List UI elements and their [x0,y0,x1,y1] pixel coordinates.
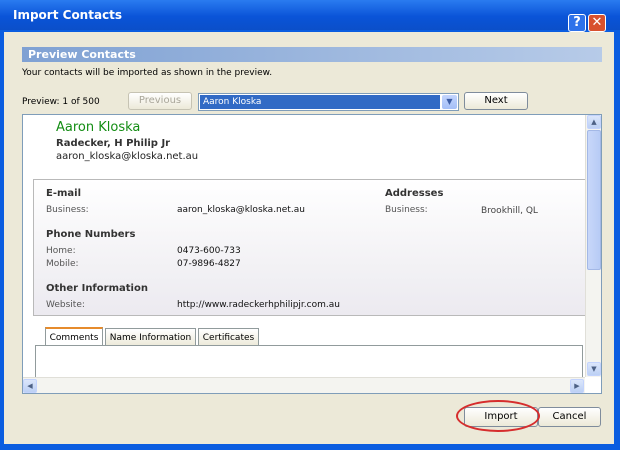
contact-select[interactable]: Aaron Kloska ▼ [198,93,459,111]
import-highlight-circle [456,400,540,432]
contact-company: Radecker, H Philip Jr [56,138,171,149]
email-section-title: E-mail [46,188,82,199]
preview-description: Your contacts will be imported as shown … [22,68,273,78]
address-business-label: Business: [385,205,428,215]
title-bar[interactable]: Import Contacts ? ✕ [0,0,620,32]
chevron-down-icon[interactable]: ▼ [442,95,457,109]
website-value: http://www.radeckerhphilipjr.com.au [177,300,340,310]
other-section-title: Other Information [46,283,148,294]
phone-mobile-value: 07-9896-4827 [177,259,241,269]
cancel-button[interactable]: Cancel [538,407,601,427]
email-business-value: aaron_kloska@kloska.net.au [177,205,305,215]
close-button[interactable]: ✕ [588,14,606,32]
phone-mobile-label: Mobile: [46,259,79,269]
scroll-up-icon[interactable]: ▲ [587,115,601,129]
preview-count: Preview: 1 of 500 [22,97,100,107]
tab-name-information[interactable]: Name Information [105,328,196,346]
contact-preview-pane: Aaron Kloska Radecker, H Philip Jr aaron… [22,114,602,394]
import-contacts-window: Import Contacts ? ✕ Preview Contacts You… [0,0,620,450]
previous-button[interactable]: Previous [128,92,192,110]
contact-select-value: Aaron Kloska [200,95,440,109]
tab-comments[interactable]: Comments [45,327,103,347]
scroll-thumb[interactable] [587,130,601,270]
phone-home-value: 0473-600-733 [177,246,241,256]
contact-details-card: E-mail Business: aaron_kloska@kloska.net… [33,179,589,316]
addresses-section-title: Addresses [385,188,444,199]
preview-contacts-header: Preview Contacts [22,47,602,62]
phone-home-label: Home: [46,246,76,256]
horizontal-scrollbar[interactable]: ◀ ▶ [23,377,585,393]
help-button[interactable]: ? [568,14,586,32]
window-title: Import Contacts [13,8,123,22]
next-button[interactable]: Next [464,92,528,110]
website-label: Website: [46,300,85,310]
contact-email: aaron_kloska@kloska.net.au [56,151,199,162]
email-business-label: Business: [46,205,89,215]
dialog-body: Preview Contacts Your contacts will be i… [4,32,614,444]
tab-certificates[interactable]: Certificates [198,328,259,346]
vertical-scrollbar[interactable]: ▲ ▼ [585,115,601,377]
address-business-value: Brookhill, QL [481,206,538,216]
scroll-left-icon[interactable]: ◀ [23,379,37,393]
scroll-right-icon[interactable]: ▶ [570,379,584,393]
phone-section-title: Phone Numbers [46,229,136,240]
contact-name: Aaron Kloska [56,120,141,135]
scroll-down-icon[interactable]: ▼ [587,362,601,376]
